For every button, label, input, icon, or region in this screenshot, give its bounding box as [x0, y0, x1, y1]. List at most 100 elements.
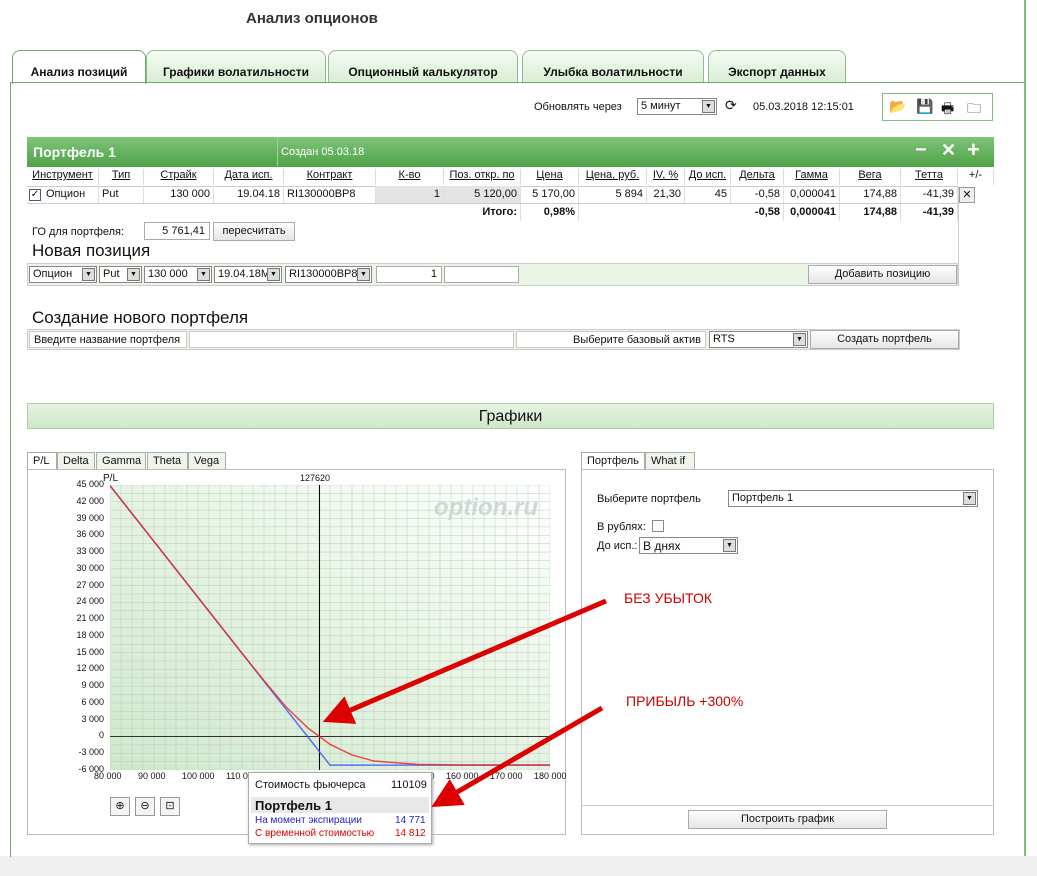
col-qty[interactable]: К-во: [376, 169, 444, 185]
x-tick-label: 90 000: [138, 771, 166, 781]
col-date[interactable]: Дата исп.: [214, 169, 284, 185]
cell-iv: 21,30: [647, 186, 685, 203]
cell-date: 19.04.18: [214, 186, 284, 203]
cell-instrument: Опцион: [43, 186, 99, 203]
new-instrument-select[interactable]: Опцион ▼: [29, 266, 97, 283]
zoom-fit-icon[interactable]: ⊡: [160, 797, 180, 816]
row-checkbox[interactable]: ✓: [29, 189, 41, 201]
tab-pl[interactable]: P/L: [27, 452, 57, 469]
y-tick-label: 36 000: [76, 529, 104, 540]
totals-label: Итого:: [444, 204, 521, 221]
new-date-select[interactable]: 19.04.18М ▼: [214, 266, 282, 283]
print-icon[interactable]: 🖶: [941, 98, 954, 122]
rub-checkbox[interactable]: [652, 520, 664, 532]
marker-label: 127620: [300, 473, 331, 483]
col-theta[interactable]: Тетта: [901, 169, 958, 185]
cell-price-rub: 5 894: [579, 186, 647, 203]
build-chart-button[interactable]: Построить график: [688, 810, 887, 829]
col-strike[interactable]: Страйк: [144, 169, 214, 185]
go-label: ГО для портфеля:: [32, 226, 125, 238]
y-tick-label: 30 000: [76, 562, 104, 573]
refresh-icon[interactable]: ⟳: [725, 97, 737, 114]
create-portfolio-button[interactable]: Создать портфель: [810, 330, 959, 349]
portfolio-name-input[interactable]: [189, 331, 514, 348]
y-tick-label: 45 000: [76, 479, 104, 489]
add-position-button[interactable]: Добавить позицию: [808, 265, 957, 284]
tab-option-calculator[interactable]: Опционный калькулятор: [328, 50, 518, 82]
y-tick-label: 21 000: [76, 613, 104, 624]
delete-row-icon[interactable]: ✕: [959, 187, 975, 203]
new-portfolio-title: Создание нового портфеля: [32, 308, 249, 327]
col-price-rub[interactable]: Цена, руб.: [579, 169, 647, 185]
close-icon[interactable]: ✕: [941, 140, 956, 161]
y-tick-label: 15 000: [76, 646, 104, 657]
col-delta[interactable]: Дельта: [731, 169, 784, 185]
col-open-price[interactable]: Поз. откр. по: [444, 169, 521, 185]
minus-icon[interactable]: −: [915, 139, 927, 162]
watermark: option.ru: [434, 494, 538, 521]
x-tick-label: 170 000: [490, 771, 523, 781]
col-contract[interactable]: Контракт: [284, 169, 376, 185]
select-portfolio-label: Выберите портфель: [597, 493, 701, 505]
base-asset-select[interactable]: RTS ▼: [709, 331, 808, 348]
base-asset-label: Выберите базовый актив: [516, 331, 706, 348]
x-tick-label: 80 000: [94, 771, 122, 781]
tab-theta[interactable]: Theta: [147, 452, 188, 469]
new-position-title: Новая позиция: [32, 241, 151, 260]
y-tick-label: 6 000: [81, 696, 104, 707]
portfolio-name-label: Введите название портфеля: [29, 331, 187, 348]
cell-qty[interactable]: 1: [376, 186, 444, 203]
new-type-select[interactable]: Put ▼: [99, 266, 142, 283]
totals-gamma: 0,000041: [784, 204, 840, 221]
x-tick-label: 160 000: [446, 771, 479, 781]
tab-portfolio[interactable]: Портфель: [581, 452, 645, 469]
tab-position-analysis[interactable]: Анализ позиций: [12, 50, 146, 84]
cell-vega: 174,88: [840, 186, 901, 203]
status-bar: [0, 856, 1037, 876]
cell-open-price[interactable]: 5 120,00: [444, 186, 521, 203]
new-price-input[interactable]: [444, 266, 519, 283]
open-icon[interactable]: 📂: [889, 98, 906, 115]
col-vega[interactable]: Вега: [840, 169, 901, 185]
new-qty-input[interactable]: 1: [376, 266, 442, 283]
zoom-in-icon[interactable]: ⊕: [110, 797, 130, 816]
col-price[interactable]: Цена: [521, 169, 579, 185]
tooltip-time-label: С временной стоимостью: [255, 828, 375, 839]
tab-volatility-smile[interactable]: Улыбка волатильности: [522, 50, 704, 82]
chevron-down-icon: ▼: [702, 100, 715, 113]
col-gamma[interactable]: Гамма: [784, 169, 840, 185]
frame-border: [1024, 0, 1026, 856]
col-days[interactable]: До исп.: [685, 169, 731, 185]
recalc-button[interactable]: пересчитать: [213, 222, 295, 241]
zoom-out-icon[interactable]: ⊖: [135, 797, 155, 816]
annotation-no-loss: БЕЗ УБЫТОК: [624, 590, 713, 606]
tab-vega[interactable]: Vega: [188, 452, 226, 469]
y-tick-label: 18 000: [76, 629, 104, 640]
totals-vega: 174,88: [840, 204, 901, 221]
y-tick-label: 0: [98, 730, 104, 741]
exp-select[interactable]: В днях ▼: [639, 537, 738, 554]
tooltip-futures-label: Стоимость фьючерса: [255, 779, 366, 791]
y-tick-label: 33 000: [76, 546, 104, 557]
tab-data-export[interactable]: Экспорт данных: [708, 50, 846, 82]
totals-pct: 0,98%: [521, 204, 579, 221]
new-contract-select[interactable]: RI130000BP8 ▼: [285, 266, 372, 283]
pl-chart[interactable]: option.ru: [110, 485, 550, 770]
col-iv[interactable]: IV, %: [647, 169, 685, 185]
new-strike-select[interactable]: 130 000 ▼: [144, 266, 212, 283]
save-icon[interactable]: 💾: [916, 98, 933, 115]
tab-gamma[interactable]: Gamma: [96, 452, 146, 469]
tab-volatility-charts[interactable]: Графики волатильности: [146, 50, 326, 82]
tab-delta[interactable]: Delta: [57, 452, 95, 469]
col-instrument[interactable]: Инструмент: [27, 169, 99, 185]
refresh-interval-select[interactable]: 5 минут ▼: [637, 98, 717, 115]
tab-what-if[interactable]: What if: [645, 452, 695, 469]
col-type[interactable]: Тип: [99, 169, 144, 185]
y-tick-label: 12 000: [76, 663, 104, 674]
tooltip-expiry-label: На момент экспирации: [255, 815, 362, 826]
portfolio-select[interactable]: Портфель 1 ▼: [728, 490, 978, 507]
x-tick-label: 180 000: [534, 771, 567, 781]
folder-icon[interactable]: 🗀: [967, 98, 981, 122]
chevron-down-icon: ▼: [82, 268, 95, 281]
plus-icon[interactable]: +: [967, 137, 980, 163]
